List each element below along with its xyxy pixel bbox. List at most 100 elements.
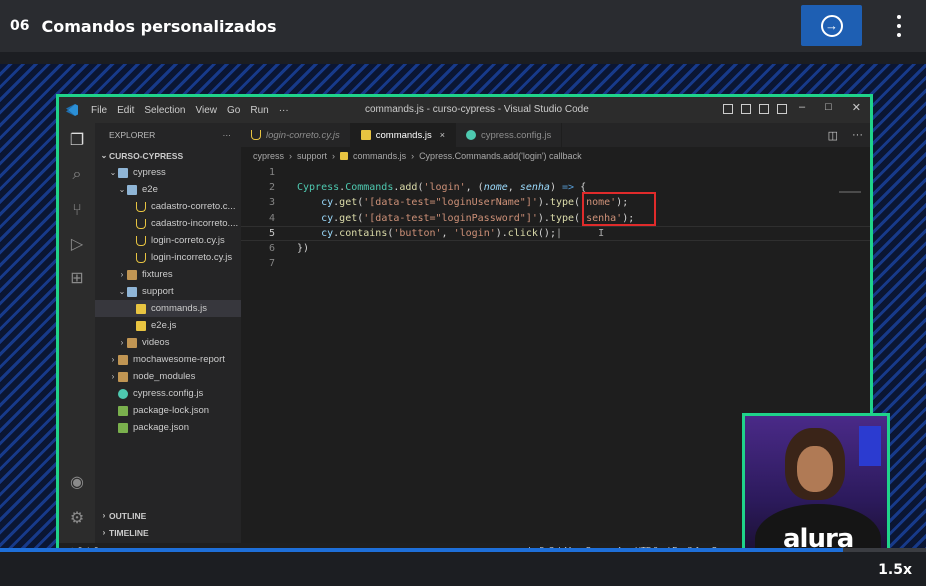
minimize-icon[interactable]: – — [799, 101, 805, 114]
outline-section[interactable]: › OUTLINE — [95, 507, 241, 524]
chevron-down-icon: ⌄ — [118, 287, 126, 296]
split-editor-icon[interactable]: ◫ — [828, 129, 838, 142]
line-number: 2 — [268, 182, 275, 194]
code-line: 1 — [241, 165, 870, 180]
close-icon[interactable]: ✕ — [852, 101, 861, 114]
close-tab-icon[interactable]: × — [440, 130, 445, 140]
code-line: 4 cy. get('[data-test="loginPassword"]').… — [241, 211, 870, 226]
folder-open-icon — [118, 167, 128, 178]
js-icon — [136, 303, 146, 314]
js-file-icon — [340, 152, 349, 160]
lesson-number: 06 — [10, 18, 30, 34]
tree-folder[interactable]: ⌄ e2e — [95, 181, 241, 198]
explorer-more-icon[interactable]: ··· — [223, 130, 232, 140]
chevron-right-icon: › — [111, 355, 115, 364]
tree-item-label: cadastro-incorreto.... — [151, 218, 239, 229]
tab-login-correto[interactable]: login-correto.cy.js — [241, 123, 351, 147]
tree-file[interactable]: package.json — [95, 419, 241, 436]
menu-file[interactable]: File — [91, 105, 107, 116]
explorer-icon[interactable]: ❐ — [67, 131, 87, 151]
next-lesson-button[interactable]: → — [801, 5, 862, 46]
activity-bar: ❐ ⌕ ⑂ ▷ ⊞ ◉ ⚙ — [59, 123, 95, 551]
tree-file[interactable]: login-correto.cy.js — [95, 232, 241, 249]
tree-file[interactable]: commands.js — [95, 300, 241, 317]
tree-folder[interactable]: › videos — [95, 334, 241, 351]
source-control-icon[interactable]: ⑂ — [67, 201, 87, 221]
chevron-right-icon: › — [102, 528, 106, 537]
breadcrumb-item[interactable]: cypress — [253, 151, 284, 161]
chevron-right-icon: › — [289, 151, 293, 161]
tab-commands[interactable]: commands.js × — [350, 123, 456, 147]
js-icon — [136, 320, 146, 331]
line-number: 1 — [268, 167, 275, 179]
project-folder[interactable]: ⌄ CURSO-CYPRESS — [95, 147, 241, 164]
chevron-right-icon: › — [332, 151, 336, 161]
breadcrumb: cypress › support › commands.js › Cypres… — [241, 147, 870, 165]
run-debug-icon[interactable]: ▷ — [67, 235, 87, 255]
tree-folder[interactable]: › mochawesome-report — [95, 351, 241, 368]
breadcrumb-item[interactable]: Cypress.Commands.add('login') callback — [419, 151, 582, 161]
tab-cypress-config[interactable]: cypress.config.js — [456, 123, 563, 147]
menu-go[interactable]: Go — [227, 105, 240, 116]
menu-more[interactable]: ··· — [279, 105, 289, 116]
tree-file[interactable]: cadastro-correto.c... — [95, 198, 241, 215]
more-actions-icon[interactable]: ··· — [852, 129, 863, 142]
toggle-sidebar-icon[interactable] — [723, 104, 733, 114]
maximize-icon[interactable]: □ — [825, 101, 832, 114]
json-icon — [118, 405, 128, 416]
file-tree: ⌄ cypress ⌄ e2e cadastro-correto.c... cadastr… — [95, 164, 241, 436]
instructor-face — [797, 446, 833, 492]
menu-run[interactable]: Run — [250, 105, 268, 116]
account-icon[interactable]: ◉ — [67, 473, 87, 493]
folder-open-icon — [127, 286, 137, 297]
tree-folder[interactable]: › fixtures — [95, 266, 241, 283]
search-icon[interactable]: ⌕ — [67, 165, 87, 185]
code-editor[interactable]: 1 2 Cypress. Commands. add('login', (nome, … — [241, 165, 870, 271]
toggle-panel-icon[interactable] — [741, 104, 751, 114]
window-controls: – □ ✕ — [799, 101, 861, 114]
tree-file[interactable]: cadastro-incorreto.... — [95, 215, 241, 232]
breadcrumb-item[interactable]: commands.js — [353, 151, 406, 161]
chevron-down-icon: ⌄ — [109, 168, 117, 177]
gear-icon[interactable]: ⚙ — [67, 509, 87, 529]
breadcrumb-item[interactable]: support — [297, 151, 327, 161]
line-number: 3 — [268, 197, 275, 209]
tree-item-label: node_modules — [133, 371, 196, 382]
project-name: CURSO-CYPRESS — [109, 150, 184, 161]
more-options-icon[interactable] — [892, 15, 906, 37]
menu-view[interactable]: View — [196, 105, 218, 116]
lesson-header: 06 Comandos personalizados → — [0, 0, 926, 52]
tree-item-label: e2e.js — [151, 320, 177, 331]
folder-icon — [118, 371, 128, 382]
background-screen — [859, 426, 881, 466]
menu-selection[interactable]: Selection — [144, 105, 185, 116]
tree-file[interactable]: cypress.config.js — [95, 385, 241, 402]
tree-file[interactable]: package-lock.json — [95, 402, 241, 419]
minimap[interactable] — [839, 191, 861, 193]
flask-icon — [136, 218, 146, 229]
tree-file[interactable]: login-incorreto.cy.js — [95, 249, 241, 266]
code-line: 2 Cypress. Commands. add('login', (nome, se… — [241, 180, 870, 195]
folder-open-icon — [127, 184, 137, 195]
tree-folder[interactable]: › node_modules — [95, 368, 241, 385]
tree-folder[interactable]: ⌄ cypress — [95, 164, 241, 181]
vscode-title-bar: File Edit Selection View Go Run ··· comm… — [59, 97, 870, 123]
chevron-right-icon: › — [411, 151, 415, 161]
chevron-right-icon: › — [120, 338, 124, 347]
tree-item-label: cadastro-correto.c... — [151, 201, 236, 212]
menu-edit[interactable]: Edit — [117, 105, 134, 116]
playback-speed-button[interactable]: 1.5x — [878, 562, 912, 578]
cypress-config-icon — [465, 130, 476, 140]
chevron-right-icon: › — [111, 372, 115, 381]
cy-icon — [118, 388, 128, 399]
customize-layout-icon[interactable] — [777, 104, 787, 114]
timeline-section[interactable]: › TIMELINE — [95, 524, 241, 541]
toggle-secondary-sidebar-icon[interactable] — [759, 104, 769, 114]
explorer-title: EXPLORER — [109, 130, 156, 140]
lesson-title: Comandos personalizados — [41, 16, 277, 36]
tab-label: commands.js — [375, 129, 432, 141]
extensions-icon[interactable]: ⊞ — [67, 269, 87, 289]
vscode-logo-icon — [66, 104, 78, 116]
tree-folder[interactable]: ⌄ support — [95, 283, 241, 300]
tree-file[interactable]: e2e.js — [95, 317, 241, 334]
